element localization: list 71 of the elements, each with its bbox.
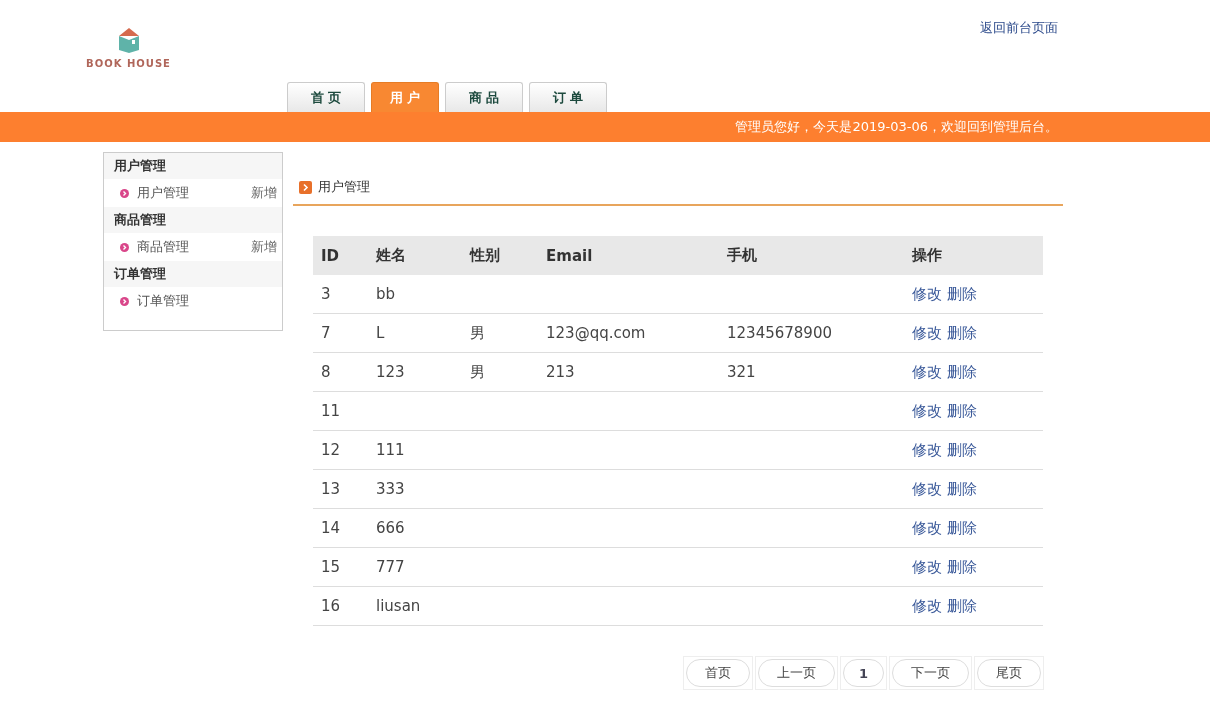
column-header: 姓名 [368,236,462,275]
column-header: 性别 [462,236,538,275]
pagination-button[interactable]: 下一页 [892,659,969,687]
action-link[interactable]: 删除 [946,323,977,342]
sidebar-group-title: 用户管理 [104,153,282,179]
column-header: 操作 [904,236,1043,275]
pagination-button[interactable]: 上一页 [757,659,835,687]
action-link[interactable]: 删除 [946,401,977,420]
nav-tab[interactable]: 商 品 [445,82,523,112]
pagination-button[interactable]: 尾页 [977,659,1041,687]
action-link[interactable]: 删除 [946,479,977,498]
table-cell: 13 [313,469,368,509]
sidebar-item[interactable]: 用户管理 [137,184,189,202]
table-cell: 123 [368,352,462,392]
table-cell: 666 [368,508,462,548]
table-cell: 123@qq.com [538,313,719,353]
action-link[interactable]: 修改 [912,479,942,498]
table-cell: 15 [313,547,368,587]
table-cell: 男 [462,352,538,392]
add-link[interactable]: 新增 [251,184,277,202]
action-link[interactable]: 修改 [912,323,942,342]
table-cell: 12345678900 [719,313,904,353]
table-cell: 16 [313,586,368,626]
sidebar-group-title: 商品管理 [104,207,282,233]
action-link[interactable]: 修改 [912,596,942,615]
table-cell: bb [368,275,462,314]
action-link[interactable]: 修改 [912,401,942,420]
chevron-bullet-icon [120,296,129,306]
pagination-button[interactable]: 首页 [685,659,750,687]
table-cell: 男 [462,313,538,353]
back-link[interactable]: 返回前台页面 [980,19,1058,37]
chevron-bullet-icon [120,242,129,252]
sidebar-item[interactable]: 商品管理 [137,238,189,256]
table-cell: 111 [368,430,462,470]
table-cell: 8 [313,352,368,392]
pagination-button[interactable]: 1 [842,659,884,687]
table-cell: 213 [538,352,719,392]
column-header: ID [313,236,368,275]
action-link[interactable]: 删除 [946,362,977,381]
action-link[interactable]: 修改 [912,284,942,303]
table-cell: 333 [368,469,462,509]
column-header: 手机 [719,236,904,275]
table-cell: 14 [313,508,368,548]
nav-tab[interactable]: 订 单 [529,82,607,112]
action-link[interactable]: 修改 [912,362,942,381]
section-title: 用户管理 [318,178,370,196]
column-header: Email [538,236,719,275]
action-link[interactable]: 修改 [912,518,942,537]
table-cell: 777 [368,547,462,587]
add-link[interactable]: 新增 [251,238,277,256]
welcome-banner: 管理员您好，今天是2019-03-06，欢迎回到管理后台。 [0,112,1210,142]
logo-text: BOOK HOUSE [86,58,171,69]
chevron-bullet-icon [120,188,129,198]
arrow-square-icon [299,180,312,194]
nav-tab[interactable]: 首 页 [287,82,365,112]
action-link[interactable]: 修改 [912,557,942,576]
table-cell: 321 [719,352,904,392]
table-cell: 7 [313,313,368,353]
table-cell: 3 [313,275,368,314]
table-cell: 11 [313,391,368,431]
action-link[interactable]: 删除 [946,284,977,303]
sidebar-item[interactable]: 订单管理 [137,292,189,310]
table-cell: L [368,313,462,353]
action-link[interactable]: 删除 [946,596,977,615]
table-cell: 12 [313,430,368,470]
sidebar-group-title: 订单管理 [104,261,282,287]
table-cell: liusan [368,586,462,626]
action-link[interactable]: 删除 [946,557,977,576]
action-link[interactable]: 修改 [912,440,942,459]
action-link[interactable]: 删除 [946,518,977,537]
action-link[interactable]: 删除 [946,440,977,459]
